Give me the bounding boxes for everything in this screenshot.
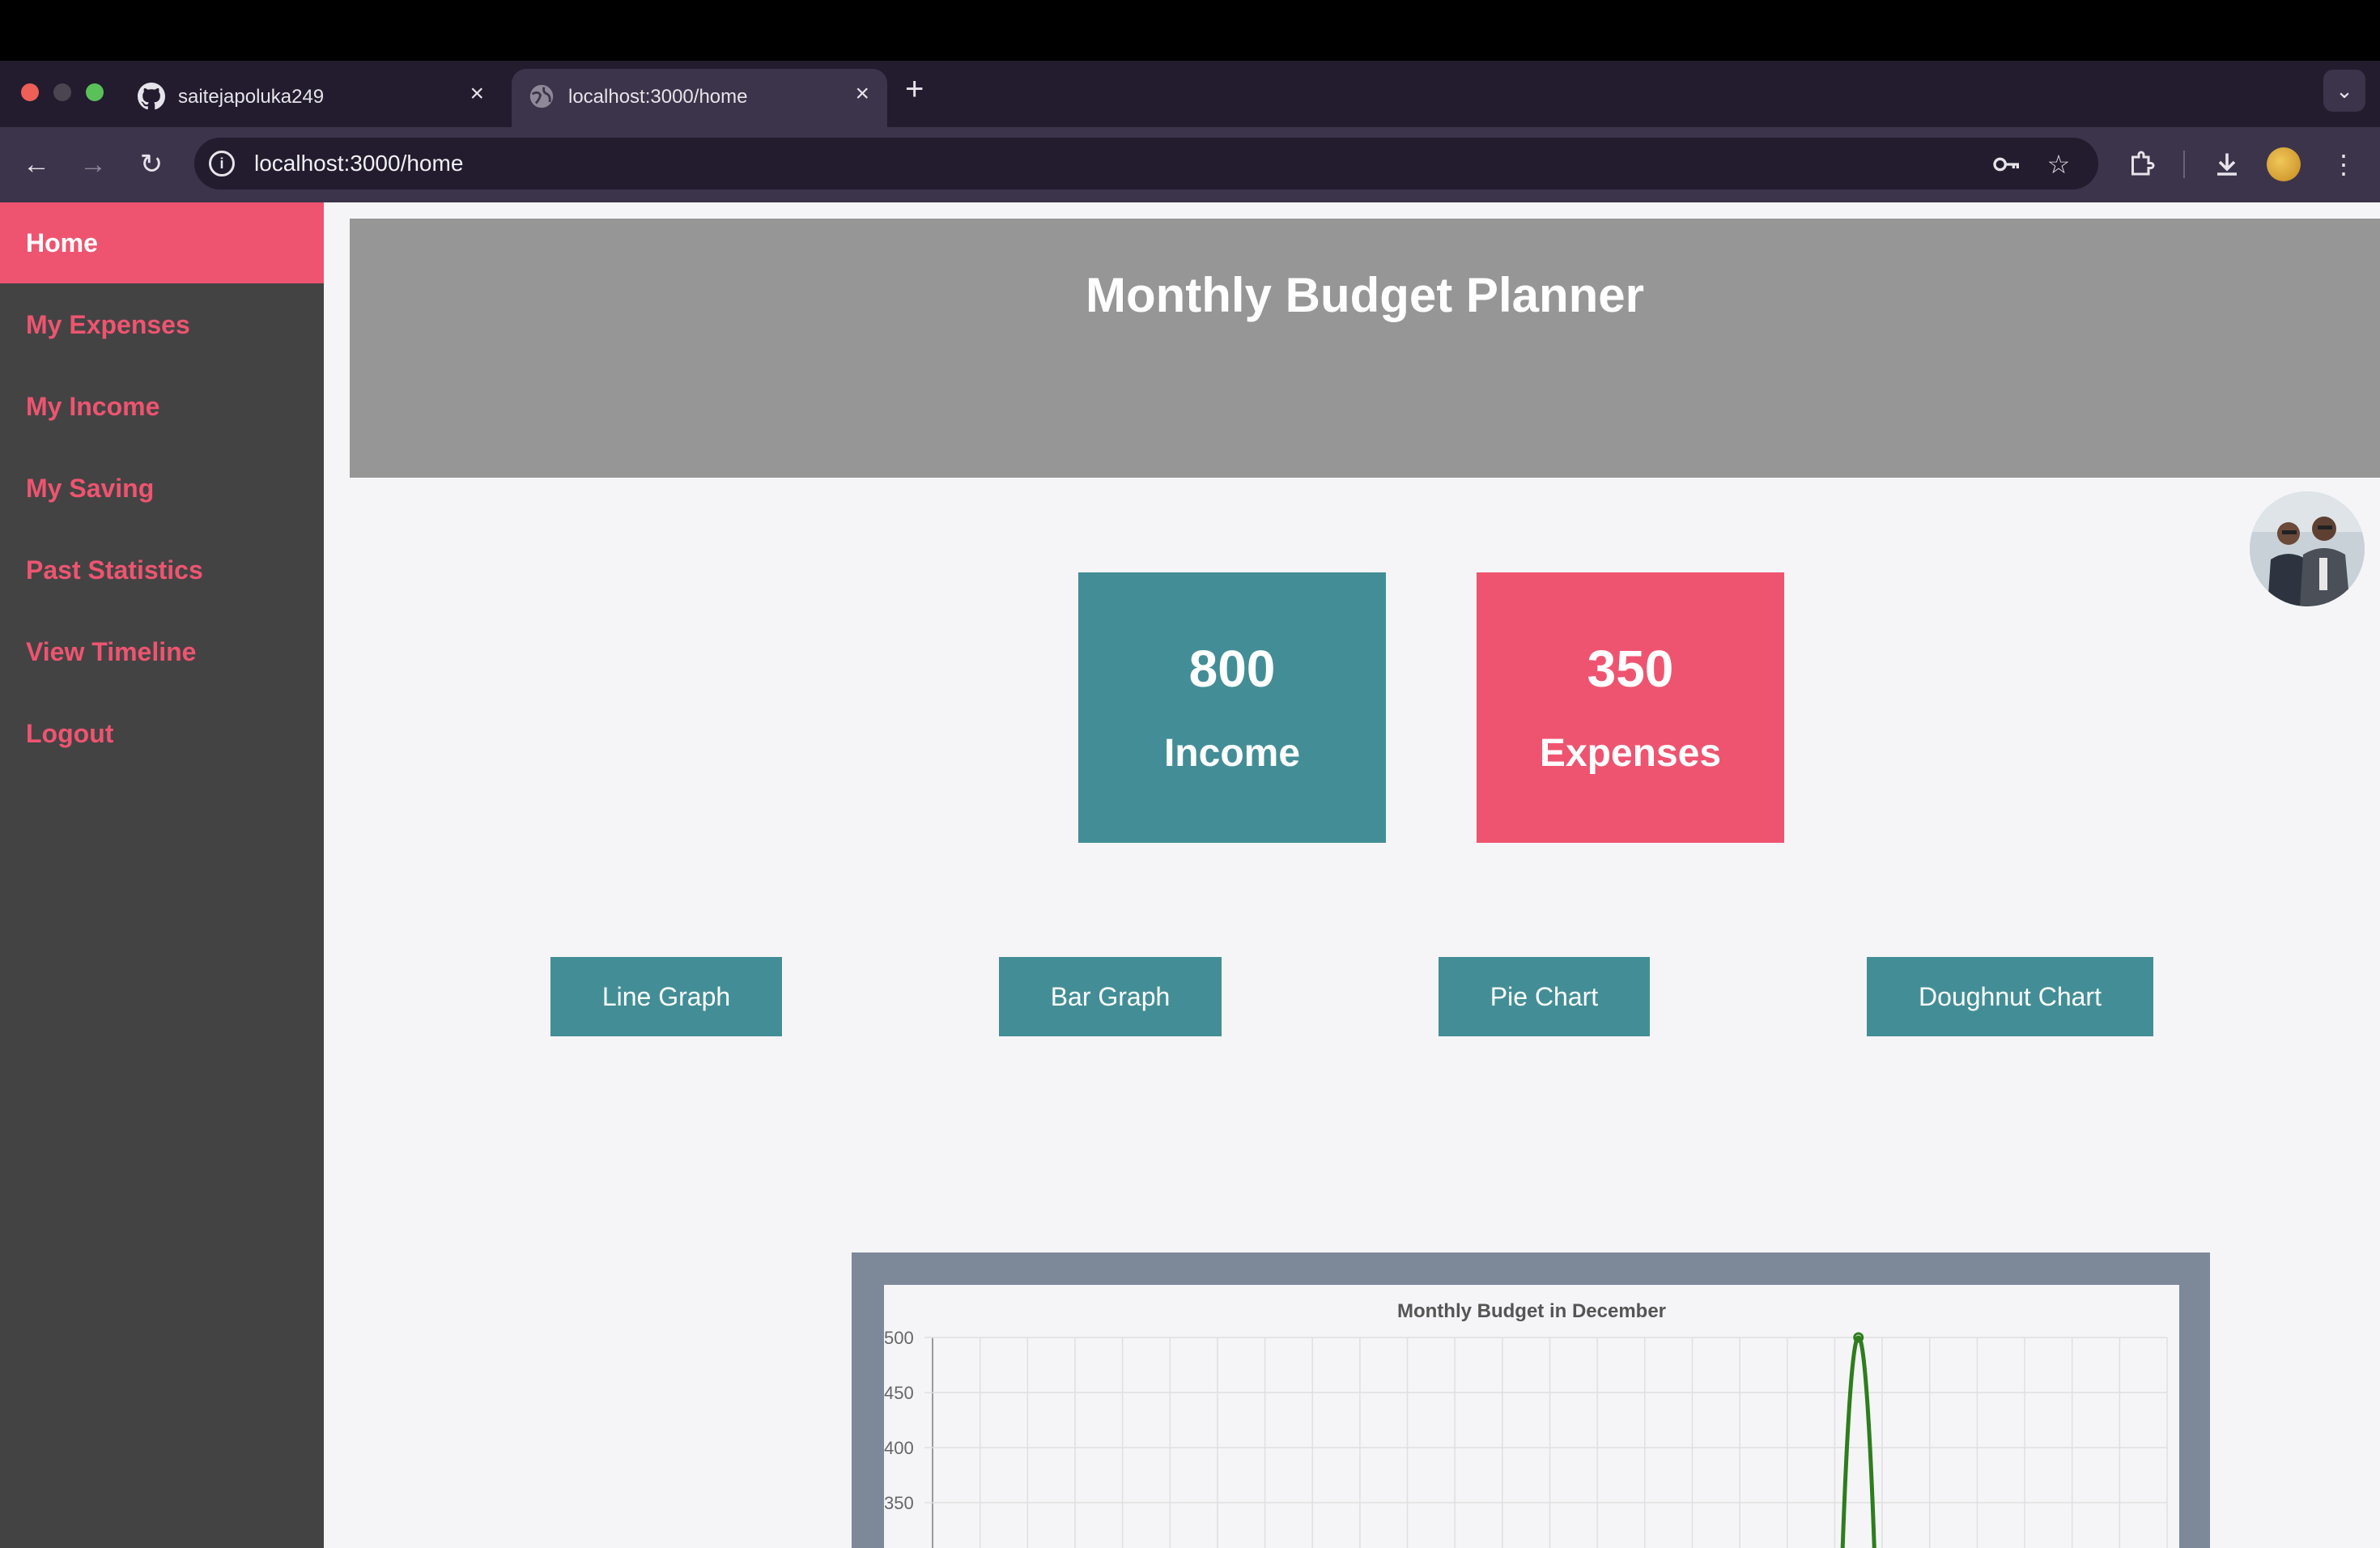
toolbar-divider [2183, 151, 2185, 178]
browser-menu-icon[interactable]: ⋮ [2323, 144, 2364, 185]
globe-icon [529, 84, 554, 108]
series-line [1840, 1335, 1876, 1548]
reload-button[interactable]: ↻ [131, 144, 172, 185]
window-close-button[interactable] [21, 83, 39, 101]
user-photo-icon [2250, 491, 2365, 606]
sidebar-item-my-expenses[interactable]: My Expenses [0, 284, 324, 365]
tab-label: localhost:3000/home [568, 86, 748, 108]
sidebar-item-my-saving[interactable]: My Saving [0, 448, 324, 529]
forward-button[interactable]: → [73, 144, 113, 185]
expenses-label: Expenses [1539, 732, 1722, 775]
sidebar-item-past-statistics[interactable]: Past Statistics [0, 529, 324, 610]
profile-avatar-icon[interactable] [2267, 147, 2301, 181]
line-graph-button[interactable]: Line Graph [550, 957, 782, 1036]
window-zoom-button[interactable] [86, 83, 104, 101]
income-card: 800 Income [1078, 572, 1386, 843]
chart-canvas: Monthly Budget in December 500 450 400 350 [884, 1285, 2179, 1548]
chart-series [1840, 1332, 1876, 1548]
doughnut-chart-button[interactable]: Doughnut Chart [1867, 957, 2153, 1036]
extensions-icon[interactable] [2121, 144, 2161, 185]
bar-graph-button[interactable]: Bar Graph [999, 957, 1222, 1036]
screen: saitejapoluka249 × localhost:3000/home ×… [0, 0, 2380, 1548]
tab-label: saitejapoluka249 [178, 86, 325, 108]
sidebar-item-my-income[interactable]: My Income [0, 366, 324, 447]
address-bar-url: localhost:3000/home [254, 151, 464, 176]
bookmark-star-icon[interactable]: ☆ [2038, 144, 2079, 185]
new-tab-button[interactable]: + [905, 71, 924, 108]
back-button[interactable]: ← [16, 144, 57, 185]
y-tick-label: 500 [884, 1328, 914, 1348]
y-tick-label: 350 [884, 1493, 914, 1513]
sidebar-item-home[interactable]: Home [0, 202, 324, 283]
downloads-icon[interactable] [2207, 144, 2247, 185]
page-title: Monthly Budget Planner [1086, 268, 1644, 322]
chart-title: Monthly Budget in December [1397, 1300, 1666, 1322]
line-chart: Monthly Budget in December 500 450 400 350 [884, 1300, 2168, 1548]
site-info-icon[interactable]: i [209, 151, 235, 176]
y-tick-label: 450 [884, 1383, 914, 1403]
window-minimize-button[interactable] [53, 83, 71, 101]
y-tick-label: 400 [884, 1438, 914, 1458]
password-key-icon[interactable] [1987, 144, 2027, 185]
sidebar-item-view-timeline[interactable]: View Timeline [0, 611, 324, 692]
expenses-value: 350 [1587, 640, 1674, 698]
close-icon[interactable]: × [470, 80, 484, 108]
top-bar [0, 0, 2380, 61]
income-label: Income [1163, 732, 1301, 775]
chart-container: Monthly Budget in December 500 450 400 350 [852, 1252, 2210, 1548]
tab-search-button[interactable]: ⌄ [2323, 70, 2365, 112]
app-content: Home My Expenses My Income My Saving Pas… [0, 202, 2380, 1548]
expenses-card: 350 Expenses [1477, 572, 1784, 843]
page-header: Monthly Budget Planner [350, 219, 2380, 478]
sidebar-item-logout[interactable]: Logout [0, 693, 324, 774]
chart-grid [924, 1337, 2168, 1548]
pie-chart-button[interactable]: Pie Chart [1439, 957, 1650, 1036]
user-avatar[interactable] [2250, 491, 2365, 606]
address-bar[interactable] [194, 138, 2098, 189]
github-icon [138, 83, 165, 110]
sidebar: Home My Expenses My Income My Saving Pas… [0, 202, 324, 1548]
tab-localhost[interactable]: localhost:3000/home × [512, 69, 887, 127]
close-icon[interactable]: × [855, 80, 869, 108]
income-value: 800 [1188, 640, 1276, 698]
tab-github[interactable]: saitejapoluka249 × [121, 69, 502, 127]
y-axis-ticks: 500 450 400 350 [884, 1328, 914, 1513]
